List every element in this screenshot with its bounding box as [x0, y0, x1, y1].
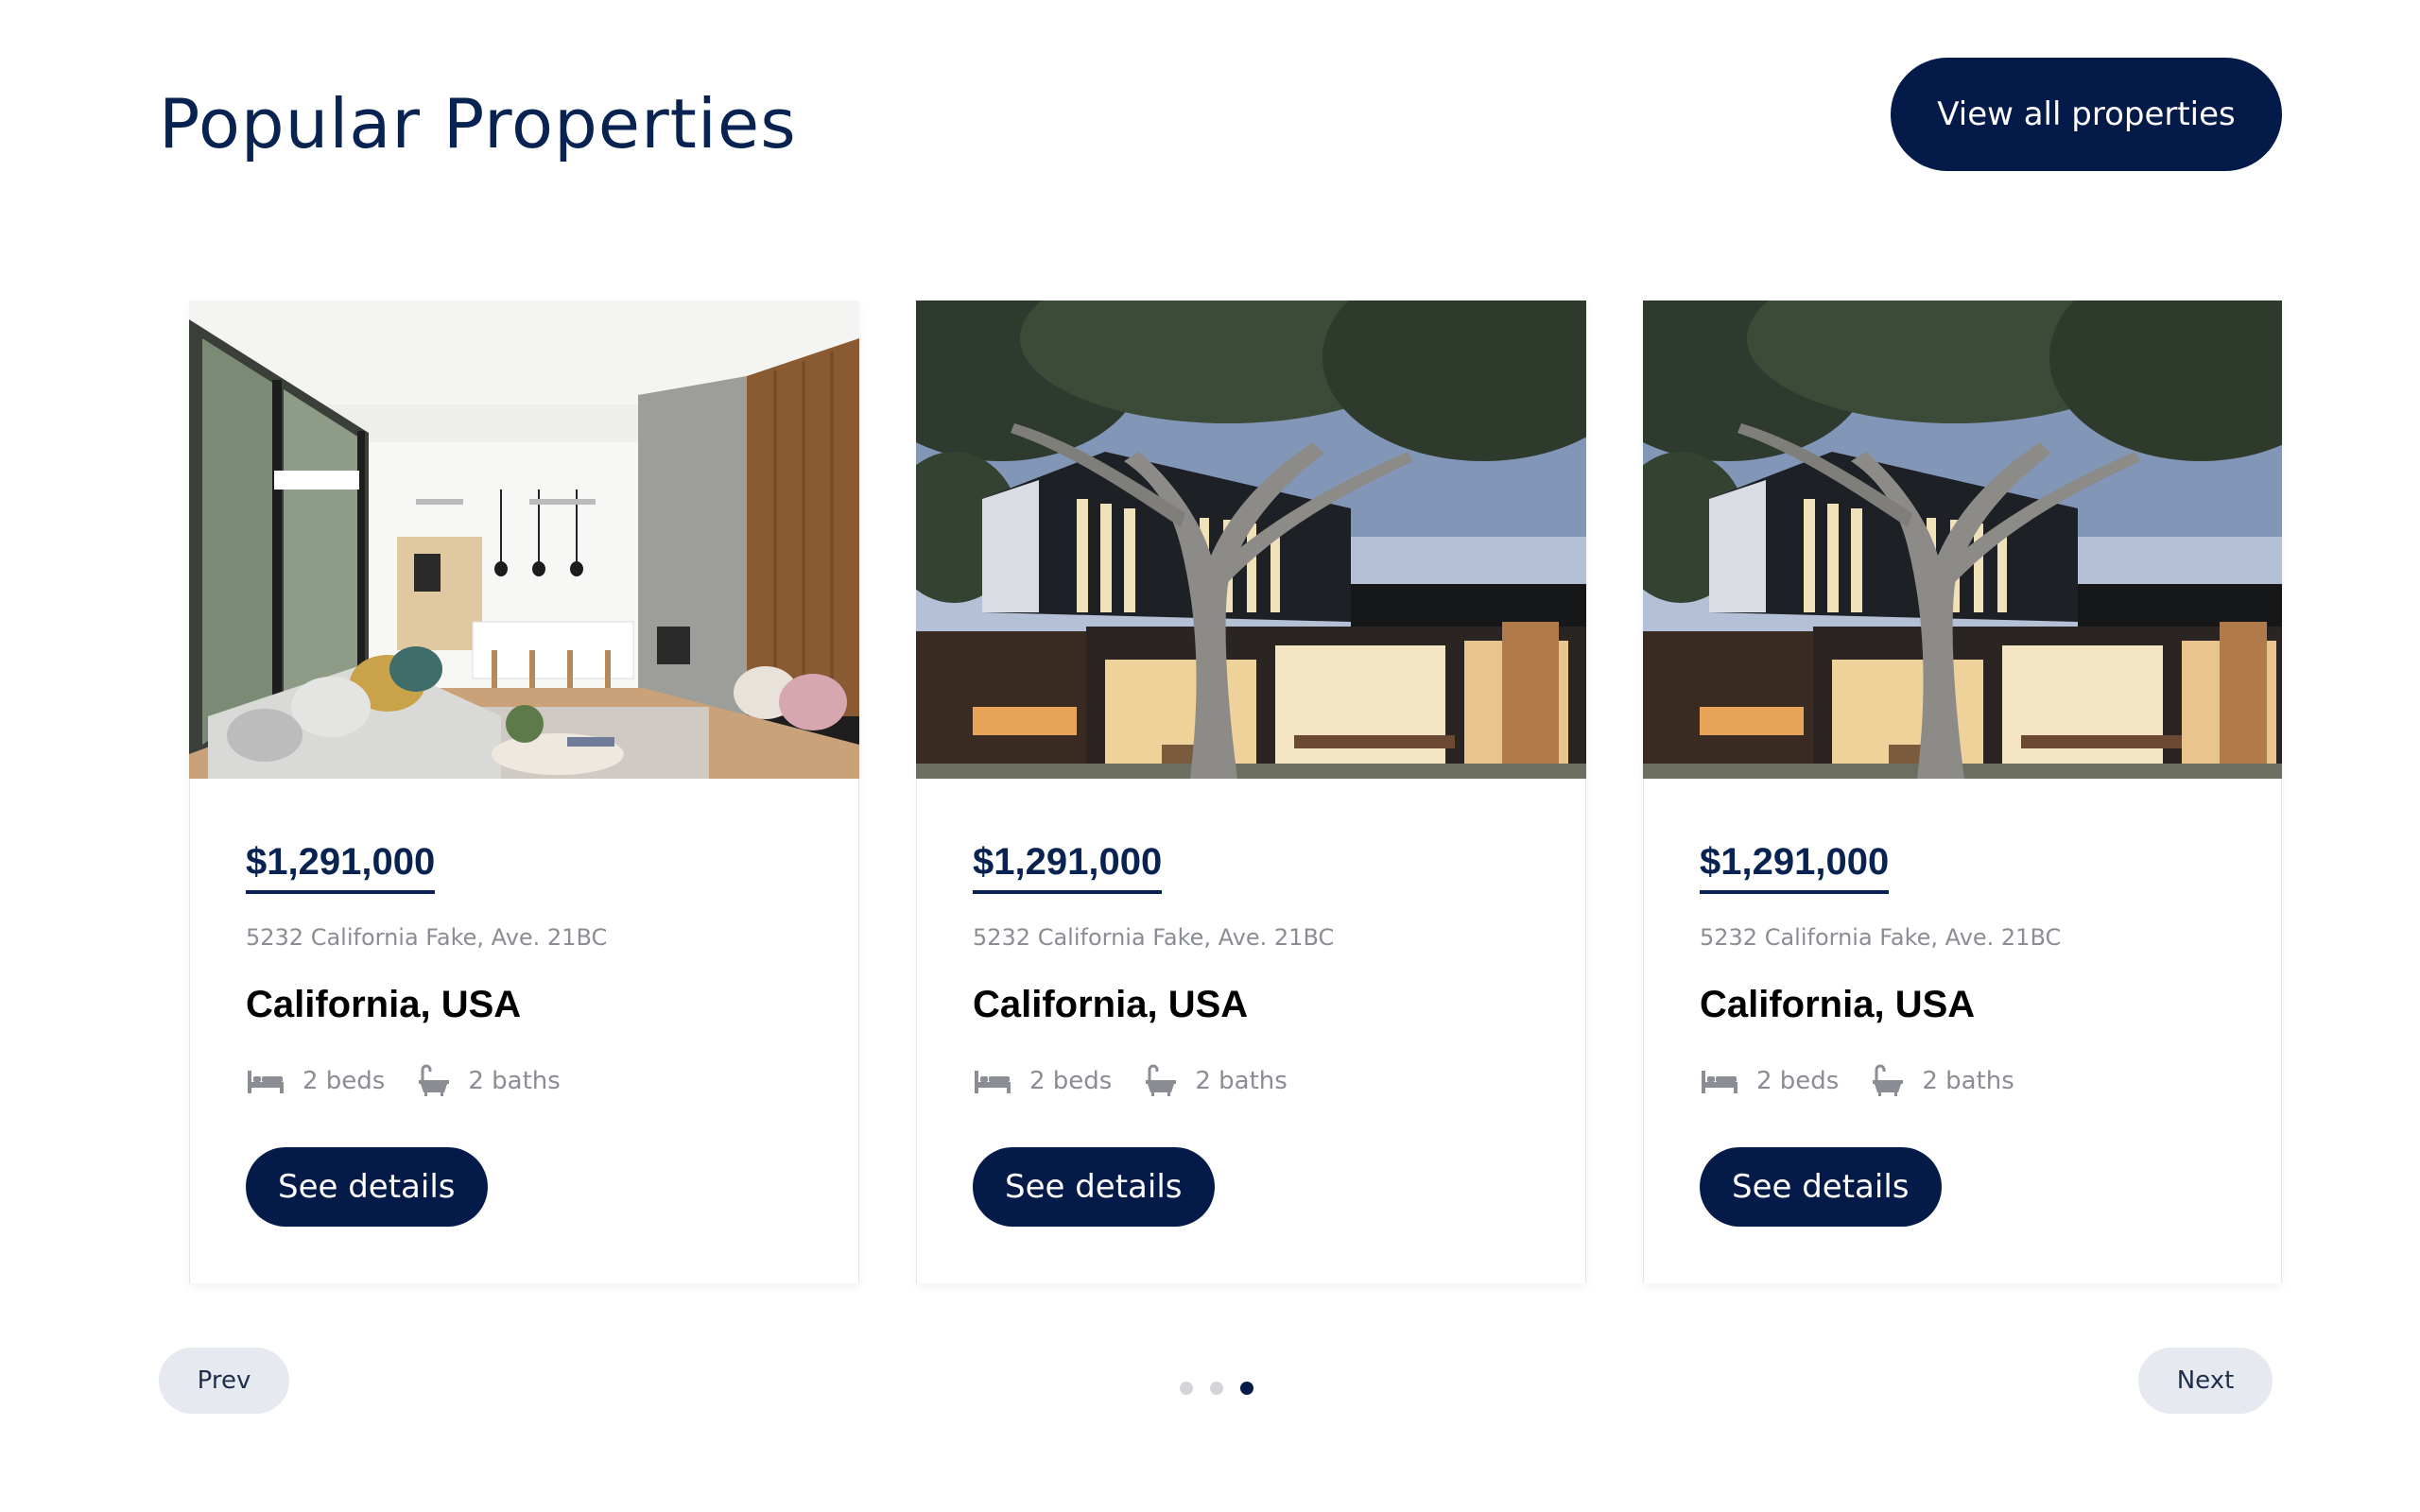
property-card[interactable]: $1,291,000 5232 California Fake, Ave. 21… — [916, 301, 1586, 1283]
bath-icon — [1146, 1064, 1177, 1096]
property-card[interactable]: $1,291,000 5232 California Fake, Ave. 21… — [189, 301, 859, 1283]
property-amenities: 2 beds 2 baths — [246, 1062, 593, 1100]
property-price: $1,291,000 — [973, 839, 1163, 894]
beds-label: 2 beds — [1029, 1067, 1113, 1095]
property-price: $1,291,000 — [246, 839, 436, 894]
bed-icon — [1702, 1071, 1737, 1093]
property-amenities: 2 beds 2 baths — [1700, 1062, 2047, 1100]
next-button[interactable]: Next — [2138, 1348, 2273, 1414]
carousel-dot-3[interactable] — [1240, 1382, 1253, 1395]
bath-icon — [419, 1064, 450, 1096]
property-city: California, USA — [1700, 984, 1976, 1025]
property-address: 5232 California Fake, Ave. 21BC — [973, 924, 1335, 951]
beds-amenity: 2 beds — [1700, 1067, 1839, 1095]
see-details-button[interactable]: See details — [973, 1147, 1215, 1227]
baths-amenity: 2 baths — [1871, 1064, 2014, 1098]
carousel-dot-1[interactable] — [1180, 1382, 1193, 1395]
prev-button[interactable]: Prev — [159, 1348, 289, 1414]
bed-icon — [975, 1071, 1011, 1093]
bath-icon — [1873, 1064, 1904, 1096]
property-city: California, USA — [246, 984, 522, 1025]
see-details-button[interactable]: See details — [1700, 1147, 1942, 1227]
property-address: 5232 California Fake, Ave. 21BC — [246, 924, 608, 951]
property-city: California, USA — [973, 984, 1249, 1025]
baths-label: 2 baths — [1195, 1067, 1288, 1095]
property-card[interactable]: $1,291,000 5232 California Fake, Ave. 21… — [1643, 301, 2282, 1283]
section-title: Popular Properties — [159, 84, 797, 163]
property-address: 5232 California Fake, Ave. 21BC — [1700, 924, 2062, 951]
carousel-dot-2[interactable] — [1210, 1382, 1223, 1395]
baths-label: 2 baths — [1922, 1067, 2014, 1095]
carousel-dots — [1180, 1382, 1253, 1395]
property-photo-exterior[interactable] — [1643, 301, 2282, 779]
bed-icon — [248, 1071, 284, 1093]
beds-amenity: 2 beds — [246, 1067, 385, 1095]
property-price: $1,291,000 — [1700, 839, 1890, 894]
baths-amenity: 2 baths — [417, 1064, 561, 1098]
beds-amenity: 2 beds — [973, 1067, 1112, 1095]
beds-label: 2 beds — [1756, 1067, 1840, 1095]
property-amenities: 2 beds 2 baths — [973, 1062, 1320, 1100]
view-all-properties-button[interactable]: View all properties — [1891, 58, 2282, 171]
property-photo-interior[interactable] — [189, 301, 859, 779]
baths-amenity: 2 baths — [1144, 1064, 1288, 1098]
property-photo-exterior[interactable] — [916, 301, 1586, 779]
baths-label: 2 baths — [468, 1067, 561, 1095]
see-details-button[interactable]: See details — [246, 1147, 488, 1227]
beds-label: 2 beds — [302, 1067, 386, 1095]
